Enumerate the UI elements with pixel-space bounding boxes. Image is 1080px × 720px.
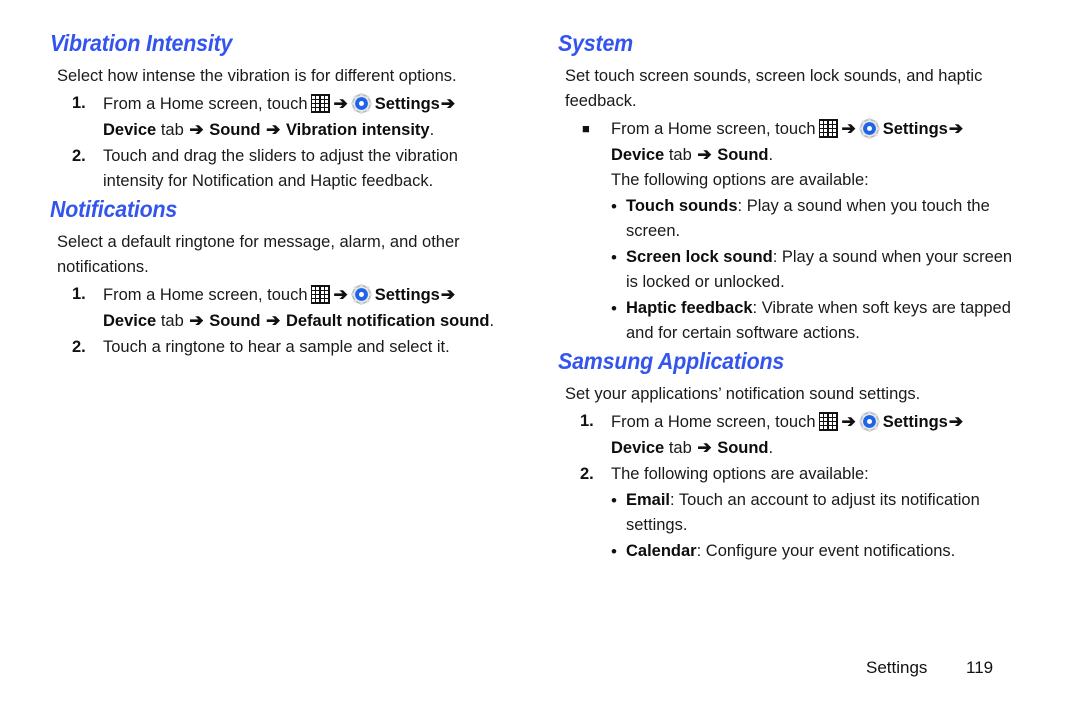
samsung-step-1: 1. From a Home screen, touch ➔ Settings➔ D… bbox=[558, 409, 1020, 461]
arrow-icon: ➔ bbox=[333, 285, 348, 304]
bullet-dot-icon: • bbox=[611, 491, 617, 510]
apps-grid-icon bbox=[818, 412, 838, 431]
list-marker: 2. bbox=[72, 338, 86, 356]
notifications-step-1: 1. From a Home screen, touch ➔ Settings➔ D… bbox=[50, 282, 505, 334]
vibration-step-2: 2. Touch and drag the sliders to adjust … bbox=[50, 144, 505, 194]
vibration-intensity-intro: Select how intense the vibration is for … bbox=[57, 67, 457, 85]
step-text-line2: Device tab ➔ Sound ➔ Default notificatio… bbox=[103, 311, 495, 330]
system-option-touch-sounds: • Touch sounds: Play a sound when you to… bbox=[558, 194, 1020, 244]
arrow-icon: ➔ bbox=[948, 412, 964, 431]
option-desc: : Configure your event notifications. bbox=[696, 542, 956, 560]
right-column: System Set touch screen sounds, screen l… bbox=[558, 28, 1020, 564]
list-marker: 1. bbox=[72, 285, 86, 303]
document-page: Vibration Intensity Select how intense t… bbox=[0, 0, 1080, 720]
list-marker: 1. bbox=[580, 412, 594, 430]
heading-system: System bbox=[558, 30, 633, 56]
settings-gear-icon bbox=[858, 118, 880, 139]
arrow-icon: ➔ bbox=[948, 119, 964, 138]
samsung-step-2: 2. The following options are available: bbox=[558, 462, 1020, 487]
bullet-dot-icon: • bbox=[611, 197, 617, 216]
notifications-step-2: 2. Touch a ringtone to hear a sample and… bbox=[50, 335, 505, 360]
option-term: Haptic feedback bbox=[626, 299, 753, 317]
bullet-dot-icon: • bbox=[611, 542, 617, 561]
step-text: The following options are available: bbox=[611, 465, 869, 483]
option-term: Email bbox=[626, 491, 671, 509]
bullet-dot-icon: • bbox=[611, 248, 617, 267]
system-option-haptic-feedback: • Haptic feedback: Vibrate when soft key… bbox=[558, 296, 1020, 346]
square-bullet-icon: ■ bbox=[582, 121, 590, 136]
notifications-intro: Select a default ringtone for message, a… bbox=[57, 233, 460, 276]
settings-gear-icon bbox=[350, 93, 372, 114]
arrow-icon: ➔ bbox=[189, 120, 204, 139]
samsung-applications-intro: Set your applications’ notification soun… bbox=[565, 385, 921, 403]
apps-grid-icon bbox=[310, 94, 330, 113]
option-term: Screen lock sound bbox=[626, 248, 773, 266]
arrow-icon: ➔ bbox=[841, 119, 856, 138]
samsung-option-email: • Email: Touch an account to adjust its … bbox=[558, 488, 1020, 538]
step-text-line2: Device tab ➔ Sound. bbox=[611, 145, 774, 164]
arrow-icon: ➔ bbox=[841, 412, 856, 431]
system-options-intro: The following options are available: bbox=[611, 171, 869, 189]
system-option-screen-lock-sound: • Screen lock sound: Play a sound when y… bbox=[558, 245, 1020, 295]
step-text-line1: From a Home screen, touch ➔ Settings➔ bbox=[103, 284, 456, 305]
settings-gear-icon bbox=[858, 411, 880, 432]
step-text-line2: Device tab ➔ Sound. bbox=[611, 438, 774, 457]
step-text: Touch and drag the sliders to adjust the… bbox=[103, 147, 458, 190]
list-marker: 2. bbox=[72, 147, 86, 165]
arrow-icon: ➔ bbox=[266, 311, 281, 330]
system-intro: Set touch screen sounds, screen lock sou… bbox=[565, 67, 983, 110]
arrow-icon: ➔ bbox=[440, 285, 456, 304]
arrow-icon: ➔ bbox=[333, 94, 348, 113]
arrow-icon: ➔ bbox=[697, 145, 712, 164]
option-term: Touch sounds bbox=[626, 197, 738, 215]
heading-vibration-intensity: Vibration Intensity bbox=[50, 30, 233, 56]
step-text: Touch a ringtone to hear a sample and se… bbox=[103, 338, 450, 356]
arrow-icon: ➔ bbox=[697, 438, 712, 457]
arrow-icon: ➔ bbox=[440, 94, 456, 113]
apps-grid-icon bbox=[310, 285, 330, 304]
heading-notifications: Notifications bbox=[50, 196, 178, 222]
page-footer: Settings 119 bbox=[0, 655, 1080, 681]
step-text-line1: From a Home screen, touch ➔ Settings➔ bbox=[103, 93, 456, 114]
arrow-icon: ➔ bbox=[266, 120, 281, 139]
step-text-line1: From a Home screen, touch ➔ Settings➔ bbox=[611, 411, 964, 432]
heading-samsung-applications: Samsung Applications bbox=[558, 348, 785, 374]
left-column: Vibration Intensity Select how intense t… bbox=[50, 28, 505, 360]
system-step-bullet: ■ From a Home screen, touch ➔ Settings➔ De… bbox=[558, 116, 1020, 168]
footer-page-number: 119 bbox=[966, 658, 994, 677]
step-text-line2: Device tab ➔ Sound ➔ Vibration intensity… bbox=[103, 120, 435, 139]
apps-grid-icon bbox=[818, 119, 838, 138]
bullet-dot-icon: • bbox=[611, 299, 617, 318]
samsung-option-calendar: • Calendar: Configure your event notific… bbox=[558, 539, 1020, 564]
list-marker: 2. bbox=[580, 465, 594, 483]
settings-gear-icon bbox=[350, 284, 372, 305]
list-marker: 1. bbox=[72, 94, 86, 112]
footer-chapter-label: Settings bbox=[866, 658, 928, 677]
option-desc: : Touch an account to adjust its notific… bbox=[626, 491, 980, 534]
option-term: Calendar bbox=[626, 542, 697, 560]
step-text-line1: From a Home screen, touch ➔ Settings➔ bbox=[611, 118, 964, 139]
vibration-step-1: 1. From a Home screen, touch ➔ Settings➔ D… bbox=[50, 91, 505, 143]
arrow-icon: ➔ bbox=[189, 311, 204, 330]
